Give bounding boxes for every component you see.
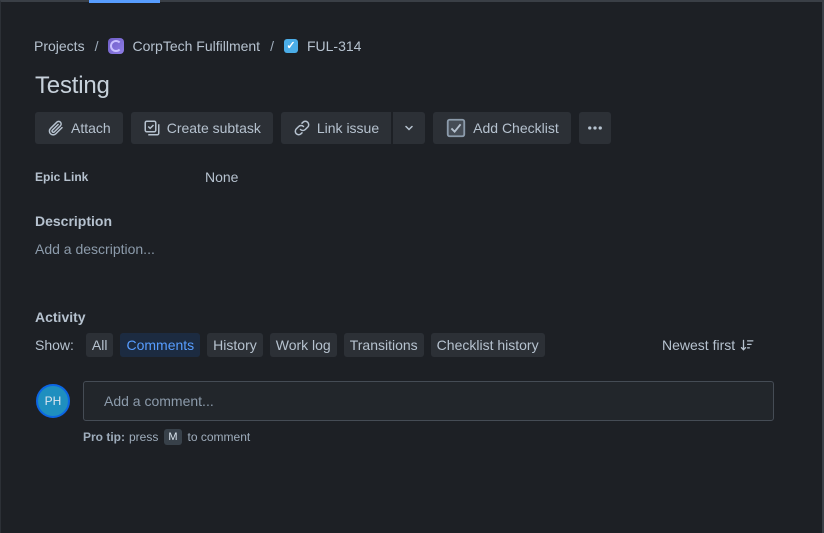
- paperclip-icon: [48, 120, 63, 136]
- attach-label: Attach: [71, 120, 111, 136]
- protip: Pro tip: press M to comment: [83, 429, 250, 445]
- filter-all[interactable]: All: [85, 333, 114, 357]
- shortcut-key: M: [164, 429, 182, 445]
- link-issue-button[interactable]: Link issue: [280, 112, 392, 144]
- issue-title[interactable]: Testing: [35, 72, 110, 100]
- add-checklist-label: Add Checklist: [473, 120, 559, 136]
- more-icon: [587, 126, 602, 130]
- breadcrumb-issue-key[interactable]: FUL-314: [307, 38, 361, 54]
- filter-checklist-history[interactable]: Checklist history: [430, 333, 545, 357]
- attach-button[interactable]: Attach: [35, 112, 123, 144]
- breadcrumb-project[interactable]: CorpTech Fulfillment: [132, 38, 260, 54]
- epic-link-label: Epic Link: [35, 170, 89, 184]
- protip-label: Pro tip:: [83, 430, 125, 444]
- create-subtask-button[interactable]: Create subtask: [130, 112, 273, 144]
- link-issue-split-button: Link issue: [280, 112, 426, 144]
- sort-label: Newest first: [662, 337, 736, 353]
- breadcrumb: Projects / CorpTech Fulfillment / ✓ FUL-…: [34, 37, 361, 55]
- subtask-icon: [144, 120, 160, 136]
- breadcrumb-separator: /: [270, 38, 274, 54]
- sort-order-button[interactable]: Newest first: [662, 337, 754, 353]
- issue-panel: Projects / CorpTech Fulfillment / ✓ FUL-…: [0, 0, 824, 533]
- issue-toolbar: Attach Create subtask Link issue Add Che…: [35, 112, 619, 144]
- comment-input[interactable]: Add a comment...: [83, 381, 774, 421]
- task-type-icon: ✓: [283, 39, 298, 53]
- active-tab-indicator: [89, 0, 160, 3]
- link-issue-dropdown-button[interactable]: [392, 112, 426, 144]
- filter-work-log[interactable]: Work log: [269, 333, 337, 357]
- breadcrumb-separator: /: [94, 38, 99, 54]
- activity-filters: Show: All Comments History Work log Tran…: [35, 333, 552, 357]
- activity-heading: Activity: [35, 309, 86, 325]
- project-icon: [108, 38, 125, 54]
- checklist-icon: [446, 118, 466, 138]
- epic-link-value[interactable]: None: [205, 169, 238, 185]
- breadcrumb-projects[interactable]: Projects: [34, 38, 85, 54]
- filter-comments[interactable]: Comments: [120, 333, 201, 357]
- add-checklist-button[interactable]: Add Checklist: [433, 112, 571, 144]
- link-issue-label: Link issue: [316, 120, 380, 136]
- link-icon: [294, 120, 310, 136]
- filter-transitions[interactable]: Transitions: [343, 333, 424, 357]
- create-subtask-label: Create subtask: [166, 120, 261, 136]
- chevron-down-icon: [405, 125, 413, 131]
- show-label: Show:: [35, 337, 74, 353]
- avatar[interactable]: PH: [36, 384, 70, 418]
- description-field[interactable]: Add a description...: [35, 241, 155, 257]
- sort-icon: [740, 339, 754, 351]
- filter-history[interactable]: History: [207, 333, 263, 357]
- description-heading: Description: [35, 213, 113, 229]
- protip-text-before: press: [129, 430, 159, 444]
- protip-text-after: to comment: [187, 430, 251, 444]
- more-actions-button[interactable]: [578, 112, 611, 144]
